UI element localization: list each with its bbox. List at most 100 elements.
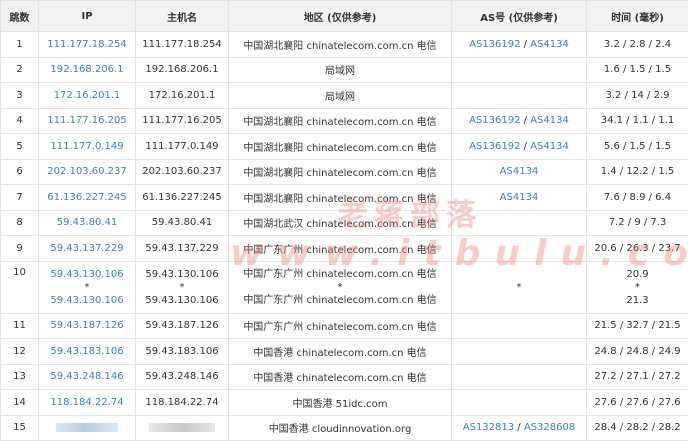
host-cell: 118.184.22.74: [135, 389, 229, 416]
time-cell: 7.2 / 9 / 7.3: [586, 209, 688, 236]
timeout-star: *: [635, 281, 640, 293]
hop-cell: 3: [0, 82, 39, 109]
ip-cell: 59.43.187.126: [38, 312, 136, 339]
table-row: 3 172.16.201.1 172.16.201.1 局域网 3.2 / 14…: [0, 82, 688, 109]
table-row: 6 202.103.60.237 202.103.60.237 中国湖北襄阳 c…: [0, 158, 688, 185]
time-cell: 28.4 / 28.2 / 28.2: [586, 414, 688, 441]
time-cell: 34.1 / 1.1 / 1.1: [586, 107, 688, 134]
as-separator: /: [514, 422, 524, 434]
table-row: 10 59.43.130.106 * 59.43.130.106 59.43.130.1…: [0, 260, 688, 314]
region-cell: 中国湖北襄阳 chinatelecom.com.cn 电信: [228, 133, 452, 160]
host-cell: 192.168.206.1: [135, 56, 229, 83]
timeout-star: *: [84, 281, 90, 293]
ip-link[interactable]: 59.43.130.106: [40, 268, 135, 281]
as-cell: *: [451, 260, 587, 314]
ip-cell: 59.43.130.106 * 59.43.130.106: [38, 260, 136, 314]
ip-link[interactable]: 111.177.0.149: [50, 141, 123, 152]
ip-cell: 59.43.248.146: [38, 363, 136, 390]
as-cell: AS4134: [451, 184, 587, 211]
ip-link[interactable]: 202.103.60.237: [47, 166, 127, 177]
as-link[interactable]: AS4134: [530, 39, 569, 50]
ip-cell: 111.177.0.149: [38, 133, 136, 160]
as-link[interactable]: AS136192: [469, 39, 520, 50]
as-link[interactable]: AS4134: [500, 192, 539, 203]
as-cell: AS132813 / AS328608: [451, 414, 587, 441]
host-cell: 59.43.137.229: [135, 235, 229, 262]
time-cell: 20.6 / 26.3 / 23.7: [586, 235, 688, 262]
region-cell: 中国广东广州 chinatelecom.com.cn 电信: [228, 312, 452, 339]
hop-cell: 1: [0, 31, 39, 58]
ip-link[interactable]: 111.177.18.254: [47, 39, 127, 50]
as-cell: [451, 82, 587, 109]
time-cell: 1.6 / 1.5 / 1.5: [586, 56, 688, 83]
as-link[interactable]: AS328608: [524, 422, 575, 433]
header-host[interactable]: 主机名: [135, 0, 229, 32]
ip-link[interactable]: 59.43.130.106: [40, 294, 135, 307]
as-separator: /: [520, 38, 531, 50]
region-cell: 中国广东广州 chinatelecom.com.cn 电信 * 中国广东广州 chi…: [228, 260, 452, 314]
table-row: 12 59.43.183.106 59.43.183.106 中国香港 chin…: [0, 338, 688, 365]
ip-link[interactable]: 111.177.16.205: [47, 115, 127, 126]
as-link[interactable]: AS132813: [463, 422, 514, 433]
ip-link[interactable]: 192.168.206.1: [50, 64, 123, 75]
region-cell: 中国广东广州 chinatelecom.com.cn 电信: [228, 235, 452, 262]
region-cell: 中国香港 51idc.com: [228, 389, 452, 416]
timeout-star: *: [516, 281, 522, 293]
as-separator: /: [520, 140, 531, 152]
header-as[interactable]: AS号 (仅供参考): [451, 0, 587, 32]
ip-link[interactable]: 59.43.137.229: [50, 243, 123, 254]
table-row: 15 中国香港 cloudinnovation.org AS132813 / AS3…: [0, 414, 688, 441]
as-link[interactable]: AS136192: [469, 115, 520, 126]
hop-cell: 12: [0, 338, 39, 365]
as-cell: AS4134: [451, 158, 587, 185]
region-text: 中国广东广州 chinatelecom.com.cn 电信: [243, 294, 437, 306]
region-text: 中国广东广州 chinatelecom.com.cn 电信: [243, 268, 437, 280]
as-link[interactable]: AS4134: [530, 141, 569, 152]
host-cell: 59.43.187.126: [135, 312, 229, 339]
ip-cell: [38, 414, 136, 441]
as-link[interactable]: AS4134: [530, 115, 569, 126]
hop-cell: 13: [0, 363, 39, 390]
region-cell: 中国湖北襄阳 chinatelecom.com.cn 电信: [228, 107, 452, 134]
time-cell: 7.6 / 8.9 / 6.4: [586, 184, 688, 211]
ip-link[interactable]: 61.136.227.245: [47, 192, 127, 203]
host-cell: 111.177.18.254: [135, 31, 229, 58]
table-row: 8 59.43.80.41 59.43.80.41 中国湖北武汉 chinate…: [0, 209, 688, 236]
header-region[interactable]: 地区 (仅供参考): [228, 0, 452, 32]
as-link[interactable]: AS4134: [500, 166, 539, 177]
region-cell: 中国湖北武汉 chinatelecom.com.cn 电信: [228, 209, 452, 236]
as-cell: [451, 56, 587, 83]
ip-link[interactable]: 118.184.22.74: [50, 397, 123, 408]
table-row: 1 111.177.18.254 111.177.18.254 中国湖北襄阳 c…: [0, 31, 688, 58]
as-cell: AS136192 / AS4134: [451, 133, 587, 160]
time-text: 21.3: [626, 294, 649, 306]
header-hop[interactable]: 跳数: [0, 0, 39, 32]
region-cell: 中国香港 chinatelecom.com.cn 电信: [228, 338, 452, 365]
table-row: 13 59.43.248.146 59.43.248.146 中国香港 chin…: [0, 363, 688, 390]
hop-cell: 14: [0, 389, 39, 416]
as-cell: AS136192 / AS4134: [451, 31, 587, 58]
hop-cell: 5: [0, 133, 39, 160]
ip-link[interactable]: 59.43.80.41: [57, 217, 117, 228]
table-row: 4 111.177.16.205 111.177.16.205 中国湖北襄阳 c…: [0, 107, 688, 134]
header-ip[interactable]: IP: [38, 0, 136, 32]
ip-link[interactable]: 59.43.248.146: [50, 371, 123, 382]
region-cell: 中国香港 cloudinnovation.org: [228, 414, 452, 441]
ip-link[interactable]: 59.43.187.126: [50, 320, 123, 331]
hop-cell: 8: [0, 209, 39, 236]
time-cell: 27.2 / 27.1 / 27.2: [586, 363, 688, 390]
ip-cell: 111.177.16.205: [38, 107, 136, 134]
hop-cell: 11: [0, 312, 39, 339]
ip-link[interactable]: 59.43.183.106: [50, 346, 123, 357]
traceroute-table: 跳数 IP 主机名 地区 (仅供参考) AS号 (仅供参考) 时间 (毫秒) 1…: [0, 0, 688, 441]
as-link[interactable]: AS136192: [469, 141, 520, 152]
as-cell: [451, 235, 587, 262]
ip-cell: 202.103.60.237: [38, 158, 136, 185]
ip-cell: 111.177.18.254: [38, 31, 136, 58]
time-cell: 1.4 / 12.2 / 1.5: [586, 158, 688, 185]
table-body: 1 111.177.18.254 111.177.18.254 中国湖北襄阳 c…: [0, 31, 688, 441]
header-time[interactable]: 时间 (毫秒): [586, 0, 688, 32]
time-cell: 3.2 / 2.8 / 2.4: [586, 31, 688, 58]
as-cell: [451, 363, 587, 390]
ip-link[interactable]: 172.16.201.1: [54, 90, 121, 101]
